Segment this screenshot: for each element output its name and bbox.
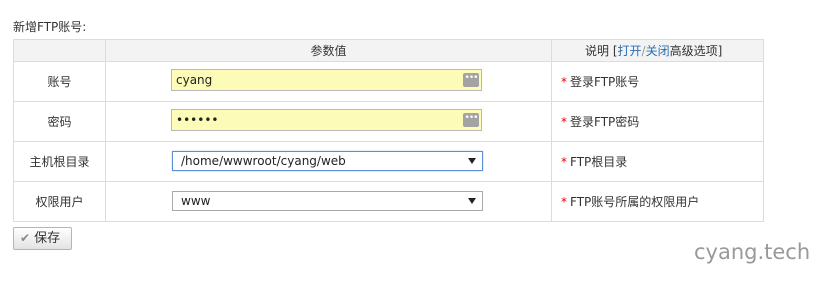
permission-user-select[interactable]: www [172,191,483,211]
ftp-account-table: 参数值 说明 [打开/关闭高级选项] 账号 ••• *登录FTP账号 密码 ••… [13,39,764,222]
permission-user-desc-text: FTP账号所属的权限用户 [570,195,700,209]
password-manager-icon[interactable]: ••• [463,113,479,127]
permission-user-cell: www [105,181,552,222]
root-dir-label: 主机根目录 [13,141,106,182]
account-description: * 登录FTP账号 [551,61,764,102]
password-input[interactable] [171,109,482,131]
table-row-password: 密码 ••• *登录FTP密码 [13,101,764,142]
check-icon: ✔ [20,231,31,245]
password-desc-text: 登录FTP密码 [570,115,640,129]
table-row-permission-user: 权限用户 www * FTP账号所属的权限用户 [13,181,764,222]
password-manager-icon[interactable]: ••• [463,73,479,87]
header-description: 说明 [打开/关闭高级选项] [551,39,764,62]
table-row-root-dir: 主机根目录 /home/wwwroot/cyang/web * FTP根目录 [13,141,764,182]
required-mark: * [561,75,567,89]
account-input[interactable] [171,69,482,91]
root-dir-desc-text: FTP根目录 [570,155,628,169]
required-mark: * [561,155,567,169]
form-title: 新增FTP账号: [13,20,87,34]
header-value: 参数值 [105,39,552,62]
chevron-down-icon [468,198,476,204]
advanced-options-label: 高级选项 [669,44,718,58]
watermark: cyang.tech [694,240,811,264]
required-mark: * [561,115,567,129]
table-row-account: 账号 ••• *登录FTP账号 [13,61,764,102]
close-advanced-link[interactable]: 关闭 [646,44,670,58]
root-dir-description: * FTP根目录 [551,141,764,182]
header-name [13,39,106,62]
root-dir-select[interactable]: /home/wwwroot/cyang/web [172,151,483,171]
account-label: 账号 [13,61,106,102]
open-advanced-link[interactable]: 打开 [618,44,642,58]
password-label: 密码 [13,101,106,142]
root-dir-selected-value: /home/wwwroot/cyang/web [181,154,346,168]
permission-user-description: * FTP账号所属的权限用户 [551,181,764,222]
save-button-label: 保存 [34,231,61,246]
root-dir-cell: /home/wwwroot/cyang/web [105,141,552,182]
header-desc-suffix: ] [717,44,723,58]
account-desc-text: 登录FTP账号 [570,75,640,89]
save-button[interactable]: ✔ 保存 [13,227,72,250]
password-description: * 登录FTP密码 [551,101,764,142]
chevron-down-icon [468,158,476,164]
password-cell: ••• [105,101,552,142]
required-mark: * [561,195,567,209]
permission-user-label: 权限用户 [13,181,106,222]
account-cell: ••• [105,61,552,102]
permission-user-selected-value: www [181,194,211,208]
header-desc-prefix: 说明 [ [585,44,618,58]
